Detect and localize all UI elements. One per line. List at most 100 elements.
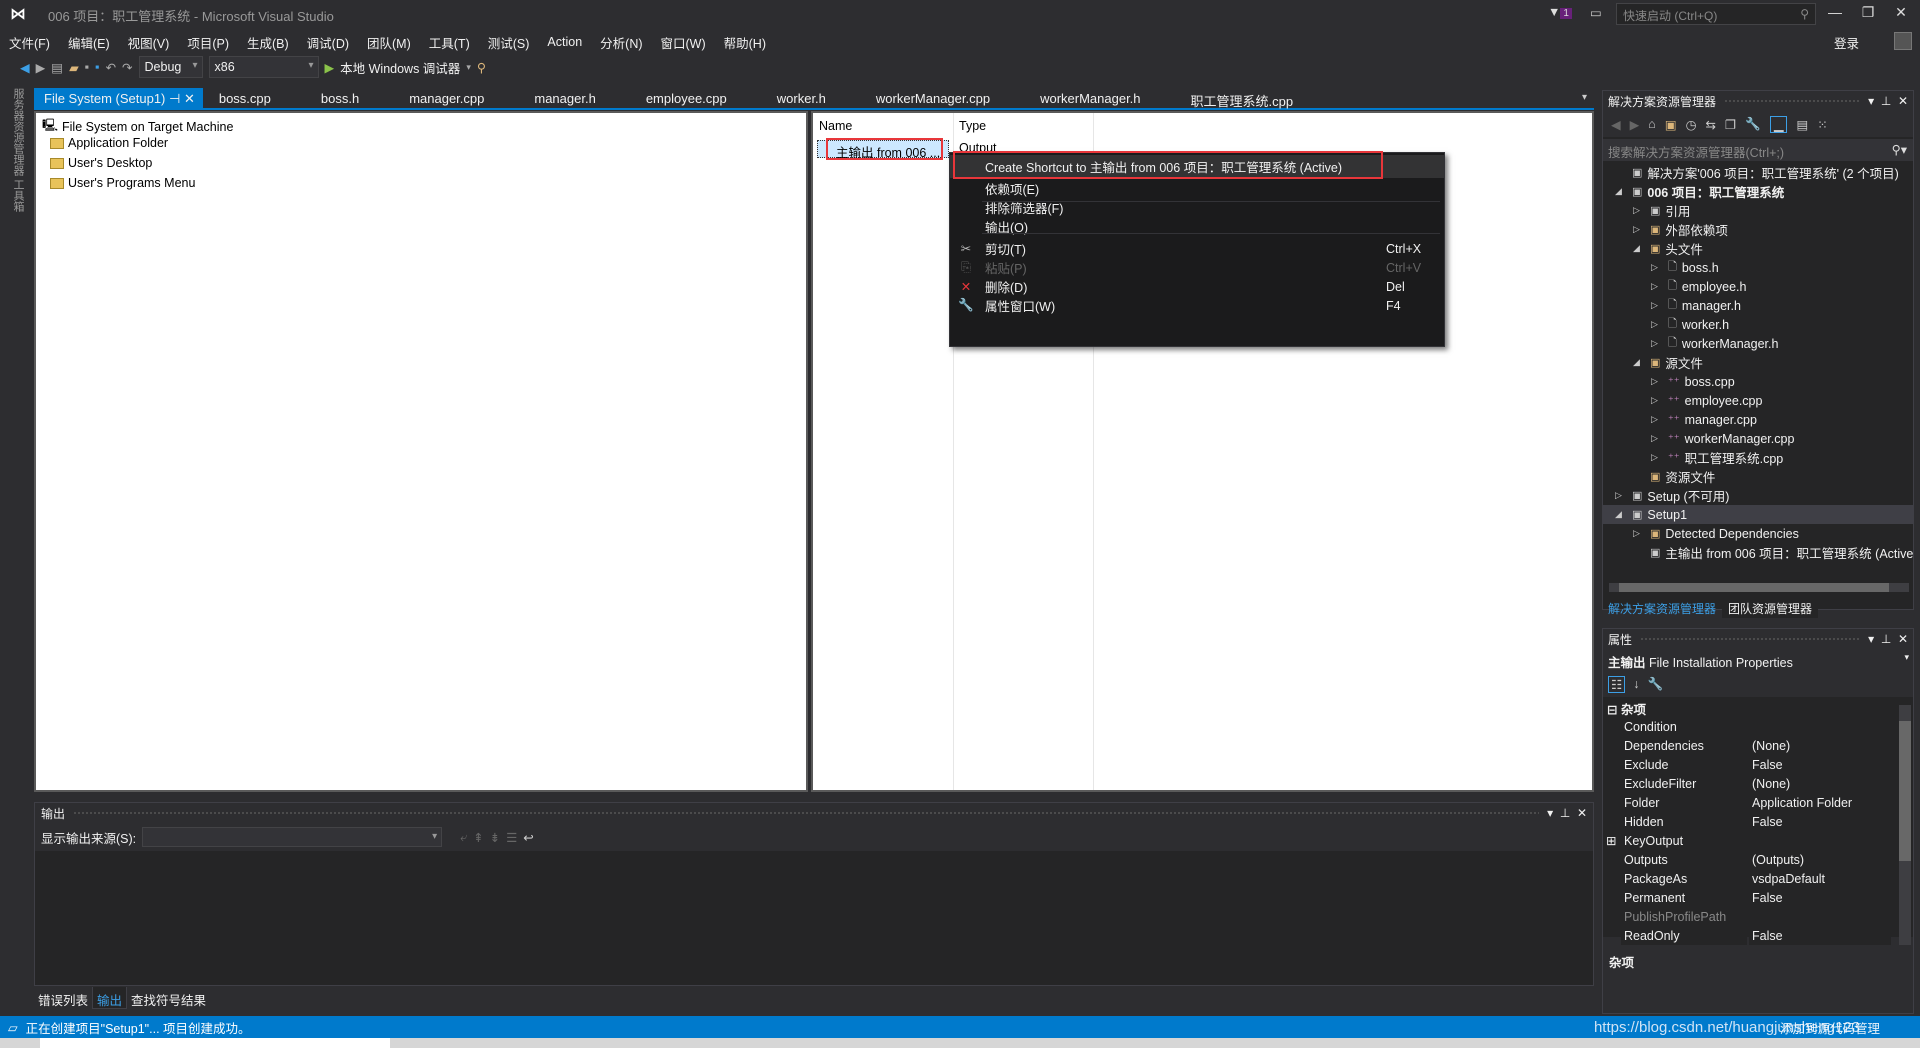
collapsed-arrow-icon[interactable]: ▷ bbox=[1651, 262, 1663, 273]
close-button[interactable]: ✕ bbox=[1886, 4, 1916, 21]
collapsed-arrow-icon[interactable]: ▷ bbox=[1651, 300, 1663, 311]
property-value[interactable]: vsdpaDefault bbox=[1749, 870, 1891, 888]
property-row[interactable]: Permanent False bbox=[1621, 889, 1891, 908]
menu-item[interactable]: 文件(F) bbox=[0, 33, 59, 52]
collapsed-arrow-icon[interactable]: ▷ bbox=[1651, 395, 1663, 406]
avatar[interactable] bbox=[1894, 32, 1912, 50]
output-source-dropdown[interactable] bbox=[142, 827, 443, 847]
collapsed-arrow-icon[interactable]: ▷ bbox=[1651, 414, 1663, 425]
property-value[interactable]: (Outputs) bbox=[1749, 851, 1891, 869]
property-row[interactable]: ExcludeFilter (None) bbox=[1621, 775, 1891, 794]
property-row[interactable]: Condition bbox=[1621, 718, 1891, 737]
property-value[interactable]: (None) bbox=[1749, 775, 1891, 793]
new-project-icon[interactable]: ▤ bbox=[51, 60, 63, 75]
solution-tree-item[interactable]: ▷ ⁺⁺ workerManager.cpp bbox=[1651, 429, 1794, 448]
preview-icon[interactable]: ▁ bbox=[1769, 115, 1788, 133]
solution-tree-item[interactable]: ▷ ▣ 引用 bbox=[1633, 201, 1690, 220]
collapsed-arrow-icon[interactable]: ▷ bbox=[1651, 452, 1663, 463]
menu-item[interactable]: 调试(D) bbox=[298, 33, 358, 52]
menu-item[interactable]: 生成(B) bbox=[238, 33, 298, 52]
open-file-icon[interactable]: ▰ bbox=[69, 60, 79, 75]
solution-tree-item[interactable]: ▷ ⁺⁺ 职工管理系统.cpp bbox=[1651, 448, 1783, 467]
collapsed-arrow-icon[interactable]: ▷ bbox=[1633, 205, 1645, 216]
save-all-icon[interactable]: ▪ bbox=[95, 60, 99, 74]
property-value[interactable]: False bbox=[1749, 813, 1891, 831]
solution-explorer-tab[interactable]: 解决方案资源管理器 bbox=[1602, 598, 1722, 618]
menu-item[interactable]: 团队(M) bbox=[358, 33, 420, 52]
menu-item[interactable]: 项目(P) bbox=[178, 33, 238, 52]
object-selector[interactable]: 主输出 File Installation Properties ▾ bbox=[1603, 649, 1913, 671]
menu-item[interactable]: Action bbox=[538, 35, 591, 49]
sync-icon[interactable]: ▣ bbox=[1665, 117, 1677, 132]
collapsed-arrow-icon[interactable]: ▷ bbox=[1615, 490, 1627, 501]
tab-workermanager-cpp[interactable]: workerManager.cpp bbox=[866, 88, 1000, 108]
property-value[interactable] bbox=[1749, 908, 1891, 926]
quick-launch-input[interactable]: 快速启动 (Ctrl+Q) ⚲ bbox=[1616, 3, 1816, 25]
dropdown-icon[interactable]: ▾ bbox=[1868, 632, 1874, 646]
feedback-icon[interactable]: ▭ bbox=[1590, 5, 1602, 20]
solution-tree-item[interactable]: ▣ 主输出 from 006 项目：职工管理系统 (Active) bbox=[1633, 543, 1913, 562]
class-view-icon[interactable]: ⁙ bbox=[1817, 117, 1827, 132]
clear-all-icon[interactable]: ☰ bbox=[506, 830, 517, 845]
property-value[interactable]: (None) bbox=[1749, 737, 1891, 755]
start-debug-icon[interactable]: ▶ bbox=[325, 60, 335, 75]
tab-file-system-setup1-[interactable]: File System (Setup1) ⊣ ✕ bbox=[34, 88, 203, 108]
next-message-icon[interactable]: ⇟ bbox=[490, 830, 500, 845]
solution-tree-item[interactable]: ▣ 解决方案'006 项目：职工管理系统' (2 个项目) bbox=[1615, 163, 1899, 182]
filter-icon[interactable]: ▼ 1 bbox=[1548, 5, 1572, 19]
tree-item-users-programs-menu[interactable]: User's Programs Menu bbox=[50, 176, 195, 190]
sign-in-link[interactable]: 登录 bbox=[1834, 33, 1859, 52]
solution-tree-item[interactable]: ▷ 🗋 employee.h bbox=[1651, 277, 1746, 296]
tab-boss-cpp[interactable]: boss.cpp bbox=[209, 88, 281, 108]
solution-tree-item[interactable]: ◢ ▣ 源文件 bbox=[1633, 353, 1703, 372]
context-menu-item[interactable]: 🔧 属性窗口(W) F4 bbox=[950, 294, 1444, 317]
output-tab[interactable]: 输出 bbox=[92, 987, 128, 1009]
forward-icon[interactable]: ▶ bbox=[1630, 117, 1640, 132]
vertical-scrollbar[interactable] bbox=[1899, 705, 1911, 945]
undo-icon[interactable]: ↶ bbox=[106, 60, 116, 75]
expanded-arrow-icon[interactable]: ◢ bbox=[1615, 186, 1627, 197]
solution-tree-item[interactable]: ▷ 🗋 workerManager.h bbox=[1651, 334, 1778, 353]
property-value[interactable]: Application Folder bbox=[1749, 794, 1891, 812]
tab-workermanager-h[interactable]: workerManager.h bbox=[1030, 88, 1150, 108]
property-value[interactable]: False bbox=[1749, 927, 1891, 945]
view-code-icon[interactable]: ▤ bbox=[1796, 117, 1808, 132]
refresh-icon[interactable]: ⇆ bbox=[1706, 117, 1716, 132]
collapsed-arrow-icon[interactable]: ▷ bbox=[1651, 319, 1663, 330]
menu-item[interactable]: 视图(V) bbox=[119, 33, 179, 52]
tab-boss-h[interactable]: boss.h bbox=[311, 88, 369, 108]
property-row[interactable]: ReadOnly False bbox=[1621, 927, 1891, 946]
menu-item[interactable]: 窗口(W) bbox=[652, 33, 715, 52]
property-row[interactable]: KeyOutput ⊞ bbox=[1606, 832, 1891, 851]
property-pages-icon[interactable]: 🔧 bbox=[1647, 677, 1663, 692]
property-row[interactable]: Dependencies (None) bbox=[1621, 737, 1891, 756]
goto-line-icon[interactable]: ⤶ bbox=[460, 830, 467, 845]
dropdown-icon[interactable]: ▾ bbox=[1868, 94, 1874, 108]
pin-icon[interactable]: ⊣ bbox=[165, 91, 184, 106]
property-value[interactable]: False bbox=[1749, 889, 1891, 907]
expanded-arrow-icon[interactable]: ◢ bbox=[1633, 243, 1645, 254]
horizontal-scrollbar[interactable] bbox=[1609, 583, 1909, 592]
solution-tree-item[interactable]: ◢ ▣ 006 项目：职工管理系统 bbox=[1615, 182, 1784, 201]
tab-manager-h[interactable]: manager.h bbox=[524, 88, 605, 108]
tab-worker-h[interactable]: worker.h bbox=[767, 88, 836, 108]
word-wrap-icon[interactable]: ↩ bbox=[523, 830, 533, 845]
save-icon[interactable]: ▪ bbox=[85, 60, 89, 74]
tree-item-application-folder[interactable]: Application Folder bbox=[50, 136, 168, 150]
tree-item-users-desktop[interactable]: User's Desktop bbox=[50, 156, 152, 170]
solution-tree-item[interactable]: ▷ 🗋 manager.h bbox=[1651, 296, 1741, 315]
configuration-dropdown[interactable]: Debug bbox=[138, 56, 203, 78]
solution-tree-item[interactable]: ▷ ▣ Detected Dependencies bbox=[1633, 524, 1799, 543]
collapsed-arrow-icon[interactable]: ▷ bbox=[1651, 281, 1663, 292]
close-icon[interactable]: ✕ bbox=[1898, 94, 1908, 108]
solution-tree-item[interactable]: ▷ ⁺⁺ manager.cpp bbox=[1651, 410, 1757, 429]
back-icon[interactable]: ◀ bbox=[1611, 117, 1621, 132]
pin-icon[interactable]: ⊥ bbox=[1881, 94, 1891, 108]
collapsed-arrow-icon[interactable]: ▷ bbox=[1633, 224, 1645, 235]
categorized-icon[interactable]: ☷ bbox=[1608, 675, 1626, 693]
prev-message-icon[interactable]: ⇞ bbox=[473, 830, 483, 845]
close-icon[interactable]: ✕ bbox=[1898, 632, 1908, 646]
tree-item-root[interactable]: 🖳 File System on Target Machine bbox=[42, 116, 233, 137]
solution-search-input[interactable]: 搜索解决方案资源管理器(Ctrl+;) ⚲▾ bbox=[1603, 139, 1913, 161]
tab-overflow-icon[interactable]: ▾ bbox=[1582, 92, 1587, 103]
